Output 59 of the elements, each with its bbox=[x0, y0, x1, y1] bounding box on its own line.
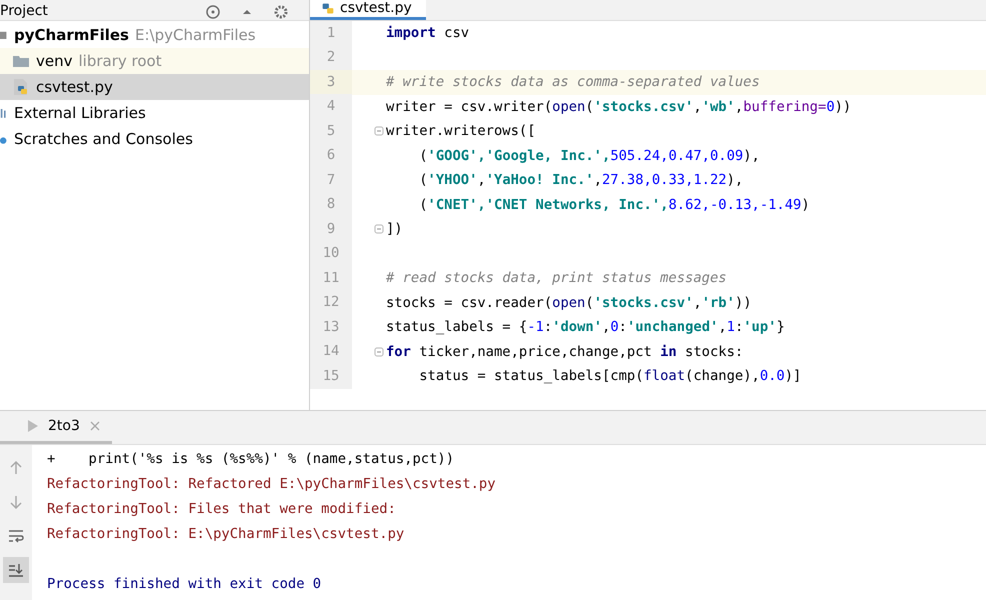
tree-label: csvtest.py bbox=[36, 78, 113, 96]
python-file-icon bbox=[12, 78, 30, 96]
tree-label: External Libraries bbox=[14, 104, 146, 122]
settings-icon[interactable] bbox=[273, 4, 289, 20]
line-number: 15 bbox=[310, 364, 352, 389]
console-line: Process finished with exit code 0 bbox=[47, 576, 322, 592]
code-line: status = status_labels[cmp(float(change),0.0)] bbox=[418, 368, 802, 384]
line-number: 5 bbox=[310, 118, 352, 144]
panel-title[interactable]: Project bbox=[0, 2, 48, 20]
file-tab[interactable]: csvtest.py bbox=[310, 0, 426, 20]
line-number: 1 bbox=[310, 20, 352, 46]
path-hint: E:\pyCharmFiles bbox=[134, 26, 256, 44]
code-line: # write stocks data as comma-separated values bbox=[386, 74, 760, 90]
tree-label: pyCharmFiles bbox=[14, 26, 129, 44]
line-number: 4 bbox=[310, 94, 352, 120]
line-number: 12 bbox=[310, 290, 352, 316]
tree-item[interactable]: Scratches and Consoles bbox=[0, 126, 309, 152]
line-number: 11 bbox=[310, 266, 352, 291]
console-line: RefactoringTool: Refactored E:\pyCharmFiles\csvtest.py bbox=[47, 476, 496, 492]
line-number: 8 bbox=[310, 192, 352, 218]
code-line: writer.writerows([ bbox=[386, 123, 536, 140]
code-line: ('CNET','CNET Networks, Inc.',8.62,-0.13,-1.49) bbox=[418, 196, 810, 213]
line-number: 3 bbox=[310, 70, 352, 95]
code-line: for ticker,name,price,change,pct in stocks: bbox=[386, 344, 744, 360]
console-line: RefactoringTool: E:\pyCharmFiles\csvtest.py bbox=[47, 526, 404, 542]
code-line: ]) bbox=[386, 221, 403, 238]
line-number: 9 bbox=[310, 216, 352, 242]
tree-item[interactable]: venv library root bbox=[0, 48, 309, 74]
tree-label: Scratches and Consoles bbox=[14, 130, 193, 148]
play-icon bbox=[28, 420, 38, 432]
fold-marker-icon[interactable] bbox=[374, 224, 384, 234]
tab-label: csvtest.py bbox=[340, 0, 412, 17]
code-line: writer = csv.writer(open('stocks.csv','wb',buffering=0)) bbox=[386, 98, 852, 115]
tree-item[interactable]: External Libraries bbox=[0, 100, 309, 126]
console-line: + print('%s is %s (%s%%)' % (name,status,pct)) bbox=[47, 451, 454, 467]
line-number: 2 bbox=[310, 45, 352, 70]
library-root-hint: library root bbox=[78, 52, 162, 70]
python-file-icon bbox=[320, 0, 336, 16]
console-line: RefactoringTool: Files that were modified: bbox=[47, 501, 396, 517]
code-line: # read stocks data, print status messages bbox=[386, 270, 727, 286]
code-line: ('YHOO','YaHoo! Inc.',27.38,0.33,1.22), bbox=[418, 172, 744, 188]
line-number: 13 bbox=[310, 314, 352, 340]
line-number: 7 bbox=[310, 168, 352, 193]
tab-label: 2to3 bbox=[48, 418, 80, 434]
code-line: status_labels = {-1:'down',0:'unchanged',1:'up'} bbox=[386, 319, 785, 336]
tree-item[interactable]: pyCharmFiles E:\pyCharmFiles bbox=[0, 22, 309, 48]
close-icon[interactable] bbox=[90, 421, 100, 431]
fold-marker-icon[interactable] bbox=[374, 346, 384, 357]
scroll-to-end-icon[interactable] bbox=[3, 557, 29, 583]
tree-item[interactable]: csvtest.py bbox=[0, 74, 309, 100]
fold-marker-icon[interactable] bbox=[374, 126, 384, 136]
code-line: ('GOOG','Google, Inc.',505.24,0.47,0.09), bbox=[418, 148, 760, 164]
target-icon[interactable] bbox=[205, 4, 221, 20]
line-number: 14 bbox=[310, 339, 352, 364]
code-line: stocks = csv.reader(open('stocks.csv','rb')) bbox=[386, 294, 752, 311]
line-number: 10 bbox=[310, 241, 352, 266]
line-number: 6 bbox=[310, 143, 352, 168]
code-line: import csv bbox=[386, 25, 470, 42]
tree-label: venv bbox=[36, 52, 72, 70]
